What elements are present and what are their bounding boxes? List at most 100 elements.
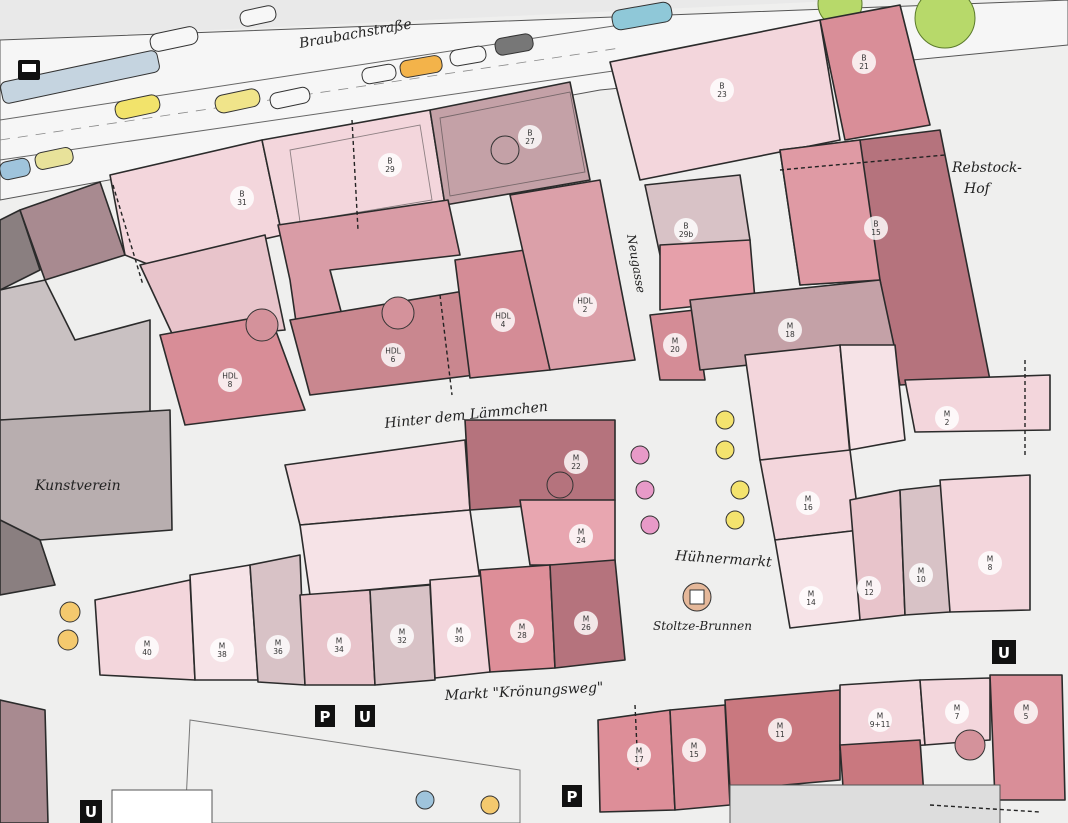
tower-roof [381,296,415,330]
building-label-number: 29 [385,165,395,174]
ubahn-sign[interactable]: U [355,705,375,727]
svg-text:P: P [567,788,578,806]
building-label-number: 30 [454,635,464,644]
building-label-number: 18 [785,330,795,339]
building-label-number: 8 [988,563,993,572]
svg-text:P: P [320,708,331,726]
building-label-number: 38 [217,650,227,659]
building-m14 [774,529,861,629]
building-label-number: 22 [571,462,581,471]
building-label-m8: M8 [978,551,1002,575]
building-label-number: 2 [945,418,950,427]
building-label-number: 20 [670,345,680,354]
building-label-m36: M36 [266,635,290,659]
building-label-number: 10 [916,575,926,584]
building-label-number: 6 [391,355,396,364]
building-label-number: 14 [806,598,816,607]
building-label-b29b: B29b [674,218,698,242]
building [744,344,851,461]
building-label-number: 29b [679,230,694,239]
building-label-number: 34 [334,645,344,654]
street-label-rebstock-hof-2: Hof [963,181,993,197]
building-label-number: 7 [955,712,960,721]
building-label-hdl6: HDL6 [381,343,405,367]
building-label-m24: M24 [569,524,593,548]
building-label-number: 26 [581,623,591,632]
building-label-b27: B27 [518,125,542,149]
building-m24 [519,499,616,566]
building-label-number: 36 [273,647,283,656]
building-label-m15: M15 [682,738,706,762]
tower-roof [954,729,986,761]
building-label-m28: M28 [510,619,534,643]
building-m2 [904,374,1051,433]
building-label-m14: M14 [799,586,823,610]
building-label-m40: M40 [135,636,159,660]
building-label-number: 15 [689,750,699,759]
building-m22 [464,419,616,511]
building-m28 [479,564,556,673]
building-label-b15: B15 [864,216,888,240]
building-label-m5: M5 [1014,700,1038,724]
building-label-m20: M20 [663,333,687,357]
building-label-m22: M22 [564,450,588,474]
building-label-number: 4 [501,320,506,329]
building-label-m18: M18 [778,318,802,342]
building-label-m10: M10 [909,563,933,587]
building-label-number: 23 [717,90,727,99]
building-label-b21: B21 [852,50,876,74]
building-label-number: 17 [634,755,644,764]
building-label-number: 28 [517,631,527,640]
ubahn-sign[interactable]: U [80,800,102,823]
building-label-m38: M38 [210,638,234,662]
building-m38 [189,564,259,681]
building-label-m2: M2 [935,406,959,430]
building-label-number: 12 [864,588,874,597]
building [111,789,213,823]
building [0,699,49,823]
building-label-m26: M26 [574,611,598,635]
building-label-number: 32 [397,636,407,645]
parking-sign[interactable]: P [562,785,582,807]
building-label-b23: B23 [710,78,734,102]
building-label-hdl4: HDL4 [491,308,515,332]
building-label-hdl2: HDL2 [573,293,597,317]
building-label-number: 5 [1024,712,1029,721]
building-label-number: 8 [228,380,233,389]
building-label-number: 11 [775,730,785,739]
building-label-b29: B29 [378,153,402,177]
building-label-m34: M34 [327,633,351,657]
building-label-m9-11: M9+11 [868,708,892,732]
svg-text:U: U [998,644,1010,662]
building-label-hdl8: HDL8 [218,368,242,392]
building-label-number: 9+11 [870,720,891,729]
fountain-icon [682,582,712,612]
building-label-number: 27 [525,137,535,146]
building-label-m32: M32 [390,624,414,648]
svg-text:U: U [85,803,97,821]
building-m8 [939,474,1031,613]
ubahn-sign[interactable]: U [992,640,1016,664]
paved-area [729,784,1001,823]
building-m12 [849,489,906,621]
building-label-m30: M30 [447,623,471,647]
parking-sign[interactable]: P [315,705,335,727]
svg-text:U: U [359,708,371,726]
building-label-number: 21 [859,62,869,71]
building-label-b31: B31 [230,186,254,210]
building-kunstverein [0,409,173,541]
building-label-number: 24 [576,536,586,545]
building-label-number: 15 [871,228,881,237]
building-label-number: 16 [803,503,813,512]
tower-roof [245,308,279,342]
building-m5 [989,674,1066,801]
tram-icon [18,60,40,80]
building [839,344,906,451]
building-label-m17: M17 [627,743,651,767]
building-label-number: 31 [237,198,247,207]
building-label-m7: M7 [945,700,969,724]
tower-roof [546,471,574,499]
building-label-m11: M11 [768,718,792,742]
building-label-m12: M12 [857,576,881,600]
building-label-number: 2 [583,305,588,314]
